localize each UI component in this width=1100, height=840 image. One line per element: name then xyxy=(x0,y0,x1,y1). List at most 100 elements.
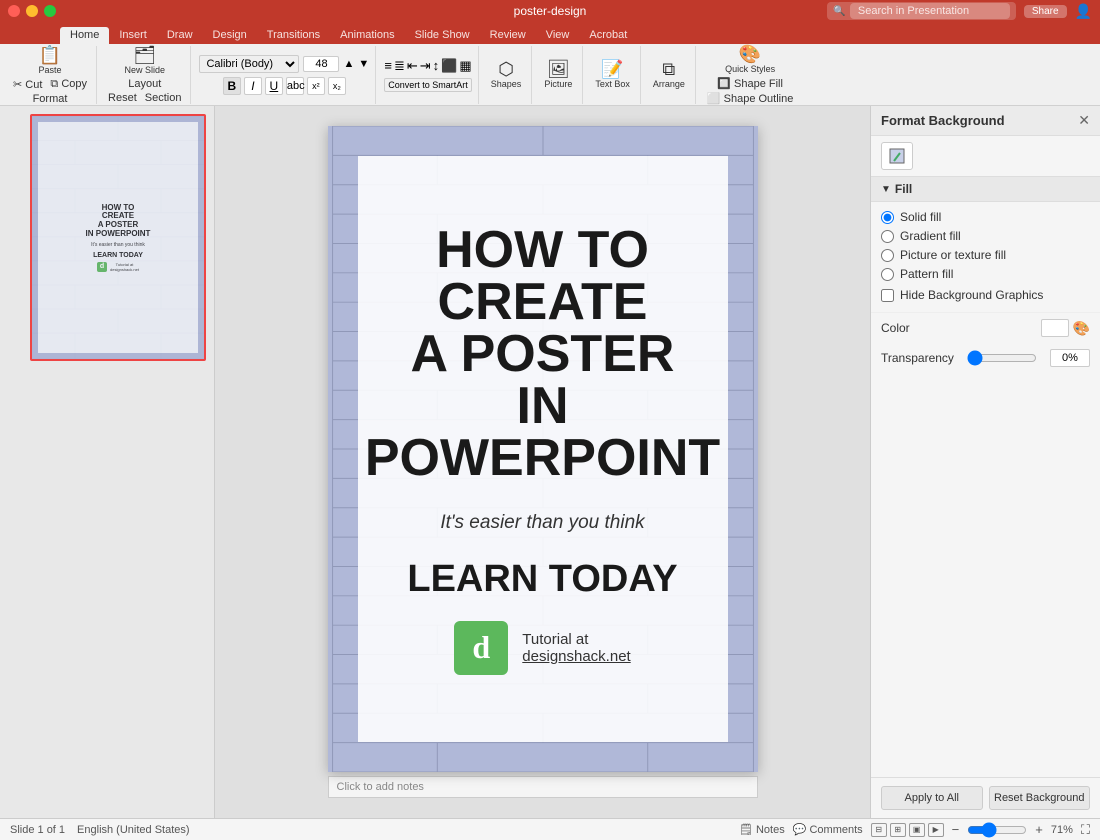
account-icon[interactable]: 👤 xyxy=(1075,3,1092,20)
tab-transitions[interactable]: Transitions xyxy=(257,27,330,44)
picture-icon: 🖼 xyxy=(547,60,570,78)
normal-view-icon[interactable]: ⊟ xyxy=(871,823,887,837)
hide-bg-graphics-checkbox[interactable] xyxy=(881,289,894,302)
slide-thumbnail[interactable]: HOW TO CREATE A POSTER IN POWERPOINT It'… xyxy=(30,114,206,361)
slide-panel: 1 xyxy=(0,106,215,818)
slide-subtitle: It's easier than you think xyxy=(440,512,644,534)
new-slide-button[interactable]: 🗂 New Slide xyxy=(120,44,169,77)
italic-button[interactable]: I xyxy=(244,77,262,95)
arrange-group: ⧉ Arrange xyxy=(643,46,696,104)
tab-draw[interactable]: Draw xyxy=(157,27,203,44)
solid-fill-option[interactable]: Solid fill xyxy=(881,210,1090,224)
color-picker-icon[interactable]: 🎨 xyxy=(1073,320,1090,337)
tab-review[interactable]: Review xyxy=(480,27,536,44)
title-right: 🔍 Share 👤 xyxy=(827,2,1092,20)
arrange-button[interactable]: ⧉ Arrange xyxy=(649,58,689,91)
paragraph-group: ≡ ≣ ⇤ ⇥ ↕ ⬛ ▦ Convert to SmartArt xyxy=(378,46,479,104)
cut-button[interactable]: ✂ Cut xyxy=(10,77,45,92)
notes-button[interactable]: 🗒 Notes xyxy=(739,823,785,836)
smartart-convert-button[interactable]: Convert to SmartArt xyxy=(384,78,472,92)
format-button[interactable]: Format xyxy=(30,92,71,106)
paste-button[interactable]: 📋 Paste xyxy=(35,44,66,77)
tab-acrobat[interactable]: Acrobat xyxy=(579,27,637,44)
reset-button[interactable]: Reset xyxy=(105,91,140,105)
zoom-out-icon[interactable]: − xyxy=(952,822,960,837)
picture-button[interactable]: 🖼 Picture xyxy=(540,58,576,91)
gradient-fill-radio[interactable] xyxy=(881,230,894,243)
slide-logo: d Tutorial at designshack.net xyxy=(454,621,630,675)
notes-area[interactable]: Click to add notes xyxy=(328,776,758,798)
view-icons: ⊟ ⊞ ▣ ▶ xyxy=(871,823,944,837)
panel-fill-icon-button[interactable] xyxy=(881,142,913,170)
tab-slideshow[interactable]: Slide Show xyxy=(405,27,480,44)
layout-button[interactable]: Layout xyxy=(125,77,164,91)
close-button[interactable] xyxy=(8,5,20,17)
font-size-down-icon[interactable]: ▼ xyxy=(358,58,369,70)
transparency-row: Transparency 0% xyxy=(871,343,1100,373)
align-left-icon[interactable]: ⬛ xyxy=(441,58,457,74)
textbox-icon: 📝 xyxy=(601,60,623,78)
transparency-label: Transparency xyxy=(881,351,954,365)
picture-texture-fill-option[interactable]: Picture or texture fill xyxy=(881,248,1090,262)
pattern-fill-option[interactable]: Pattern fill xyxy=(881,267,1090,281)
section-button[interactable]: Section xyxy=(142,91,185,105)
copy-button[interactable]: ⧉ Copy xyxy=(47,77,90,92)
font-size-input[interactable]: 48 xyxy=(303,56,339,72)
tab-insert[interactable]: Insert xyxy=(109,27,157,44)
transparency-slider[interactable] xyxy=(967,350,1037,366)
search-input[interactable] xyxy=(850,3,1010,19)
superscript-button[interactable]: x² xyxy=(307,77,325,95)
zoom-in-icon[interactable]: + xyxy=(1035,822,1043,837)
reading-view-icon[interactable]: ▣ xyxy=(909,823,925,837)
tab-view[interactable]: View xyxy=(536,27,580,44)
shape-outline-button[interactable]: ⬜ Shape Outline xyxy=(704,91,796,106)
font-family-select[interactable]: Calibri (Body) xyxy=(199,55,299,73)
slide-cta: LEARN TODAY xyxy=(407,558,677,601)
reset-background-button[interactable]: Reset Background xyxy=(989,786,1091,810)
list-bullet-icon[interactable]: ≡ xyxy=(384,58,392,73)
solid-fill-label: Solid fill xyxy=(900,210,941,224)
slide-sorter-icon[interactable]: ⊞ xyxy=(890,823,906,837)
zoom-slider[interactable] xyxy=(967,822,1027,838)
slide-title-line2: CREATE xyxy=(438,273,648,331)
color-label: Color xyxy=(881,321,910,335)
text-direction-icon[interactable]: ↕ xyxy=(433,58,440,73)
picture-texture-fill-radio[interactable] xyxy=(881,249,894,262)
transparency-input[interactable]: 0% xyxy=(1050,349,1090,367)
shape-fill-button[interactable]: 🔲 Shape Fill xyxy=(714,76,786,91)
canvas-area: HOW TO CREATE A POSTER IN POWERPOINT It'… xyxy=(215,106,870,818)
color-swatch[interactable] xyxy=(1041,319,1069,337)
slide-canvas[interactable]: HOW TO CREATE A POSTER IN POWERPOINT It'… xyxy=(328,126,758,772)
apply-to-all-button[interactable]: Apply to All xyxy=(881,786,983,810)
zoom-level[interactable]: 71% xyxy=(1051,824,1073,836)
columns-icon[interactable]: ▦ xyxy=(459,58,471,74)
tab-home[interactable]: Home xyxy=(60,27,109,44)
font-size-up-icon[interactable]: ▲ xyxy=(343,58,354,70)
logo-text: Tutorial at designshack.net xyxy=(522,631,630,665)
share-button[interactable]: Share xyxy=(1024,5,1067,18)
fit-window-icon[interactable]: ⛶ xyxy=(1081,822,1090,838)
comments-button[interactable]: 💬 Comments xyxy=(793,823,863,836)
indent-more-icon[interactable]: ⇥ xyxy=(420,58,431,74)
tab-animations[interactable]: Animations xyxy=(330,27,404,44)
minimize-button[interactable] xyxy=(26,5,38,17)
fill-section-header[interactable]: ▼ Fill xyxy=(871,177,1100,202)
shapes-button[interactable]: ⬡ Shapes xyxy=(487,58,526,91)
hide-bg-graphics-option[interactable]: Hide Background Graphics xyxy=(881,286,1090,304)
strikethrough-button[interactable]: abc xyxy=(286,77,304,95)
slideshow-view-icon[interactable]: ▶ xyxy=(928,823,944,837)
bold-button[interactable]: B xyxy=(223,77,241,95)
gradient-fill-option[interactable]: Gradient fill xyxy=(881,229,1090,243)
list-number-icon[interactable]: ≣ xyxy=(394,58,405,74)
maximize-button[interactable] xyxy=(44,5,56,17)
indent-less-icon[interactable]: ⇤ xyxy=(407,58,418,74)
solid-fill-radio[interactable] xyxy=(881,211,894,224)
textbox-button[interactable]: 📝 Text Box xyxy=(591,58,634,91)
underline-button[interactable]: U xyxy=(265,77,283,95)
tab-design[interactable]: Design xyxy=(203,27,257,44)
panel-close-button[interactable]: ✕ xyxy=(1078,112,1090,129)
quick-styles-button[interactable]: 🎨 Quick Styles xyxy=(721,43,779,76)
subscript-button[interactable]: x₂ xyxy=(328,77,346,95)
pattern-fill-radio[interactable] xyxy=(881,268,894,281)
logo-text-line2[interactable]: designshack.net xyxy=(522,648,630,665)
